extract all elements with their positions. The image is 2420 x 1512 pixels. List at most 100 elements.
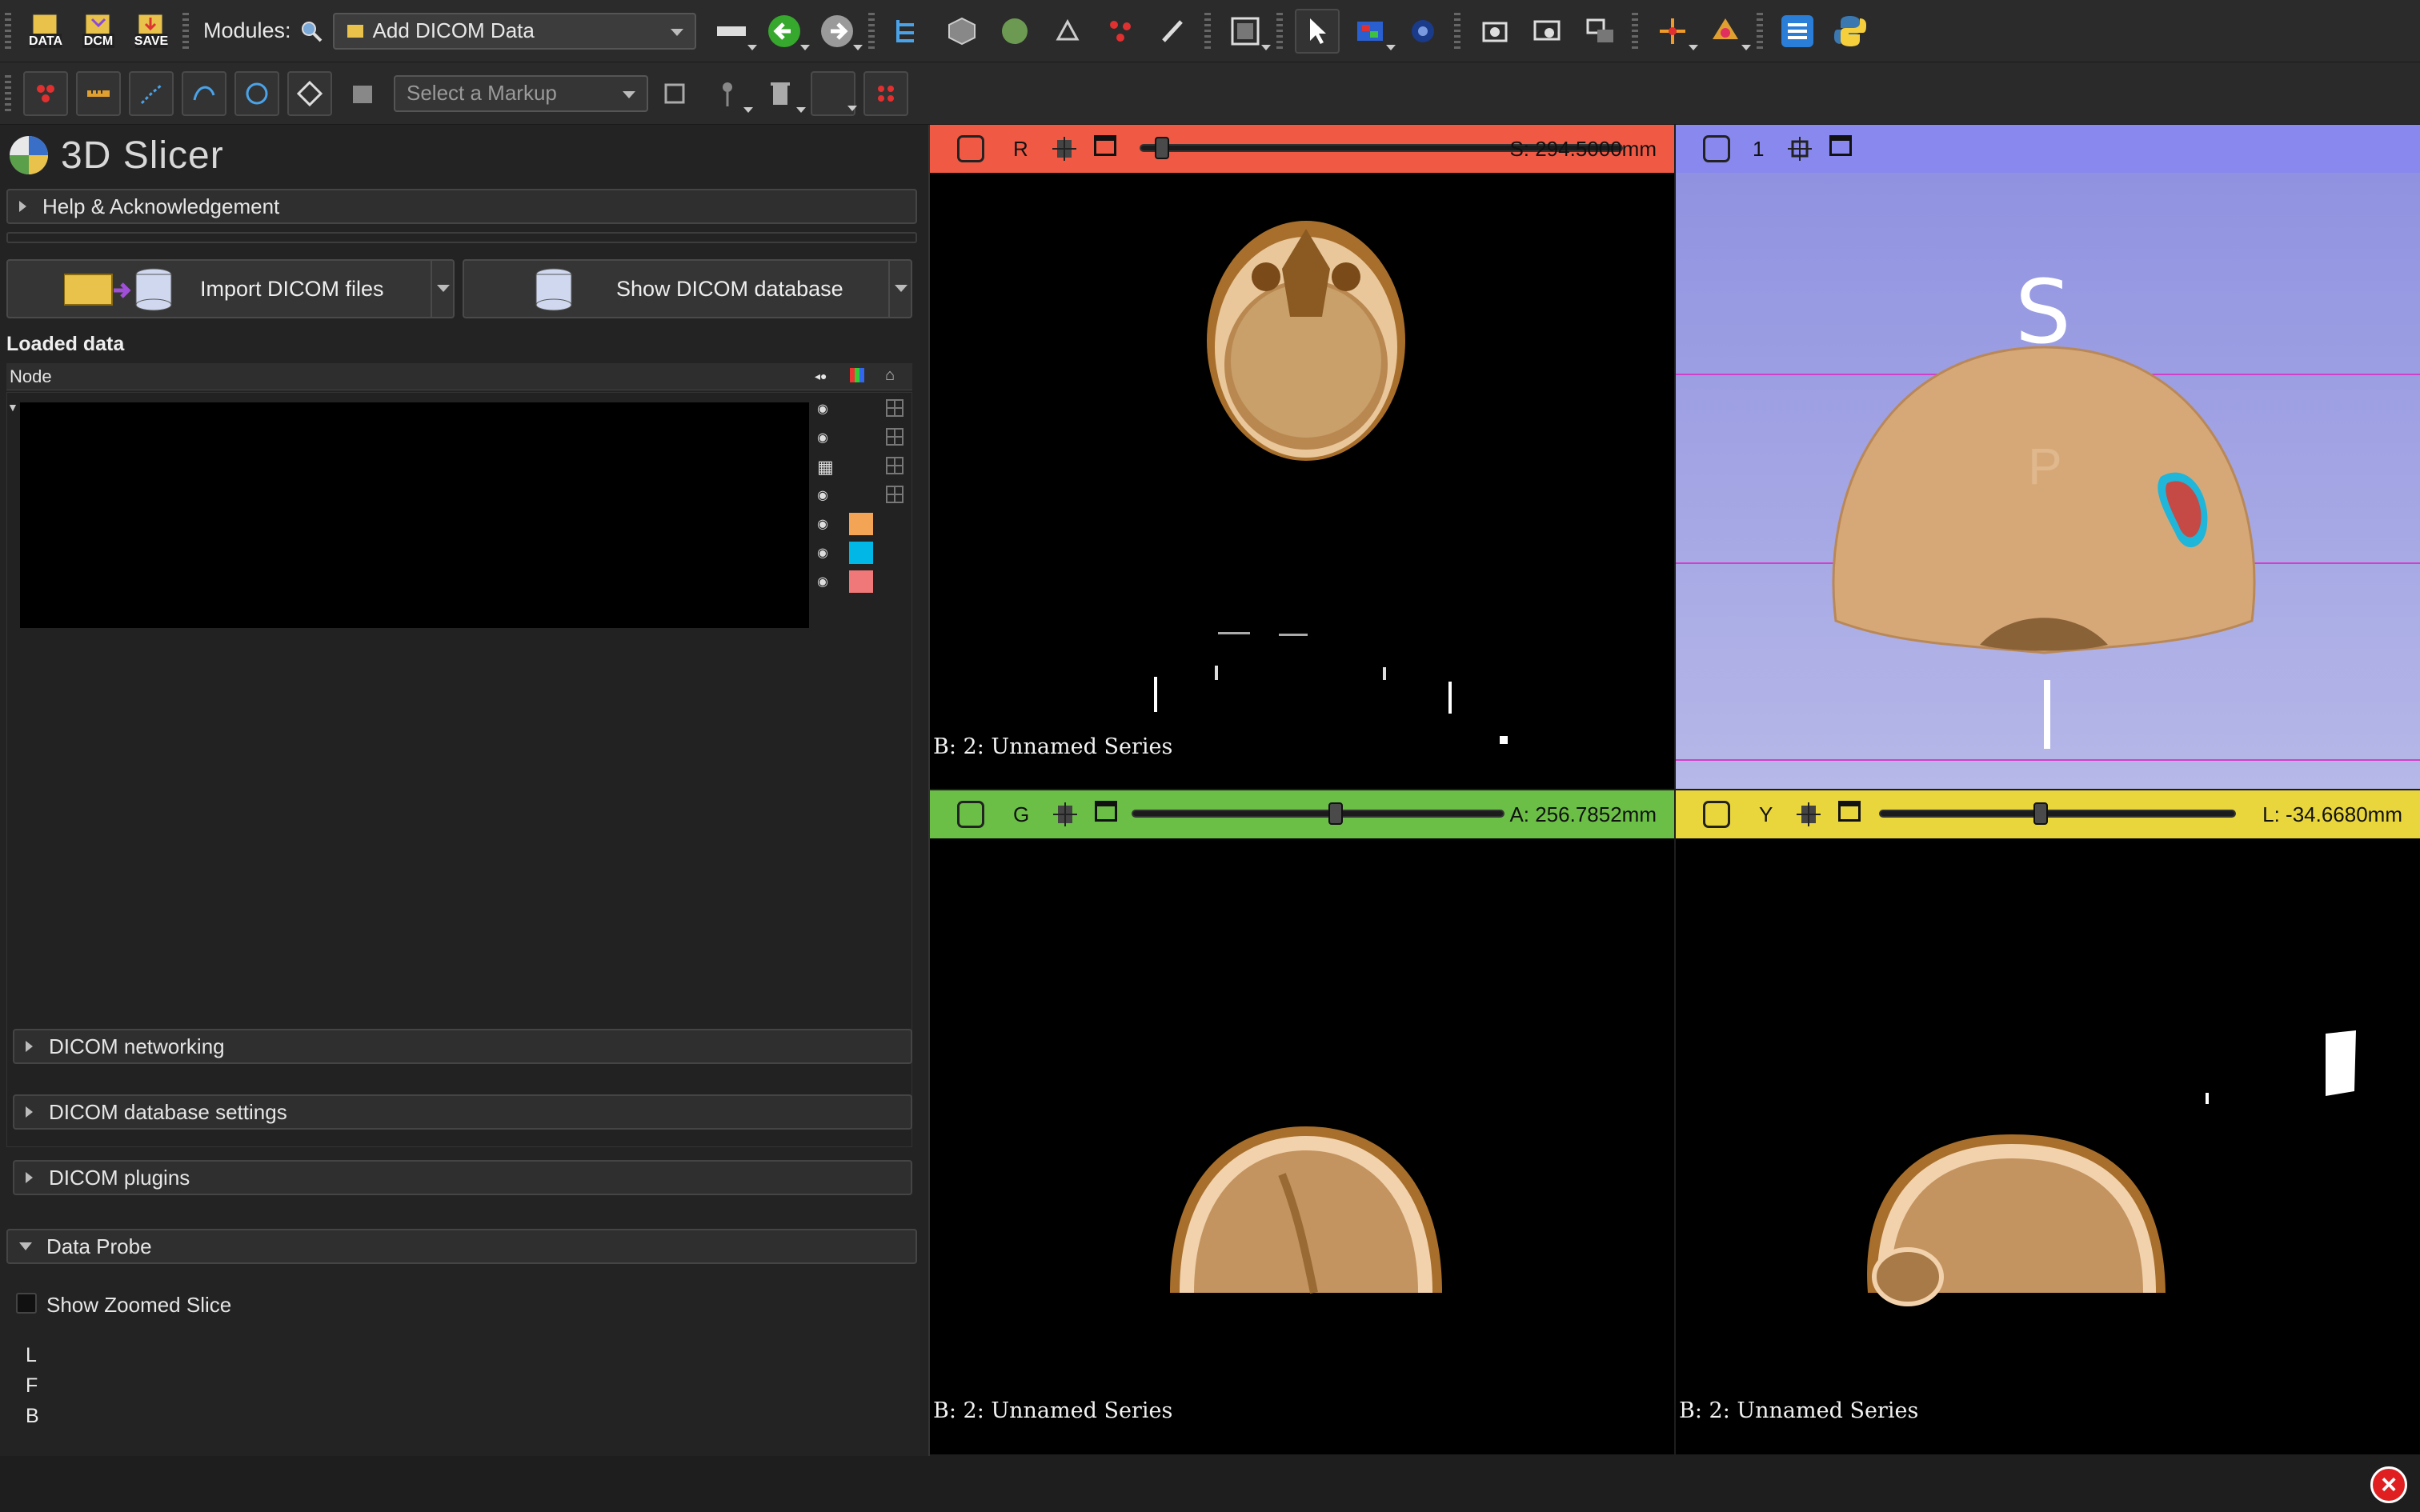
mouse-mode-view-button[interactable] xyxy=(1294,8,1340,54)
maximize-view-icon[interactable] xyxy=(1838,801,1865,828)
closed-curve-button[interactable] xyxy=(234,70,279,116)
load-data-button[interactable]: DATA xyxy=(23,9,68,54)
transform-grid-icon[interactable] xyxy=(886,457,903,474)
toolbar-grip[interactable] xyxy=(5,74,11,112)
transform-grid-icon[interactable] xyxy=(886,428,903,446)
red-slice-view[interactable]: R S: 294.5000mm B: 2: Unnamed Series xyxy=(930,125,1674,789)
persistent-mode-button[interactable] xyxy=(705,71,753,116)
sagittal-ct-image xyxy=(1867,1030,2356,1306)
volume-render-icon[interactable]: ▦ xyxy=(817,457,834,478)
link-icon[interactable] xyxy=(1051,135,1078,162)
screenshot-button[interactable] xyxy=(1472,9,1517,54)
next-module-button[interactable] xyxy=(815,9,863,54)
toolbar-grip[interactable] xyxy=(5,12,11,50)
dicom-networking-header[interactable]: DICOM networking xyxy=(13,1029,912,1064)
green-slice-slider[interactable] xyxy=(1132,802,1504,825)
expand-arrow-icon[interactable]: ▼ xyxy=(7,401,18,414)
data-module-button[interactable] xyxy=(887,9,932,54)
transform-column-icon[interactable]: ⌂ xyxy=(885,366,895,385)
toolbar-grip[interactable] xyxy=(867,12,875,50)
link-icon[interactable] xyxy=(1795,801,1822,828)
dicom-plugins-header[interactable]: DICOM plugins xyxy=(13,1160,912,1195)
import-options-dropdown[interactable] xyxy=(431,261,453,317)
toolbar-grip[interactable] xyxy=(1453,12,1460,50)
yellow-slice-slider[interactable] xyxy=(1879,802,2236,825)
place-fiducial-button[interactable] xyxy=(1650,9,1698,54)
transform-grid-icon[interactable] xyxy=(886,399,903,417)
curve-button[interactable] xyxy=(182,70,226,116)
pin-icon[interactable] xyxy=(957,801,984,828)
toolbar-grip[interactable] xyxy=(182,12,189,50)
roi-button[interactable] xyxy=(340,71,385,116)
module-history-button[interactable] xyxy=(709,9,757,54)
plane-button[interactable] xyxy=(287,70,332,116)
slider-handle[interactable] xyxy=(2033,802,2048,825)
point-list-button[interactable] xyxy=(23,70,68,116)
place-mode-button[interactable] xyxy=(652,71,697,116)
maximize-view-icon[interactable] xyxy=(1829,135,1857,162)
database-options-dropdown[interactable] xyxy=(888,261,911,317)
python-console-button[interactable] xyxy=(1828,9,1873,54)
slider-handle[interactable] xyxy=(1328,802,1344,825)
module-selector[interactable]: Add DICOM Data xyxy=(332,12,696,50)
center-view-icon[interactable] xyxy=(1786,135,1813,162)
delete-button[interactable] xyxy=(758,71,806,116)
show-zoomed-slice-checkbox[interactable] xyxy=(16,1293,37,1314)
eye-icon[interactable]: ◉ xyxy=(817,516,828,532)
eye-icon[interactable]: ◉ xyxy=(817,545,828,561)
pin-icon[interactable] xyxy=(957,135,984,162)
markup-selector[interactable]: Select a Markup xyxy=(394,74,648,112)
eye-icon[interactable]: ◉ xyxy=(817,430,828,446)
place-markup-button[interactable] xyxy=(1703,9,1751,54)
toolbar-grip[interactable] xyxy=(1204,12,1211,50)
segment-color-swatch[interactable] xyxy=(849,570,873,593)
visibility-button[interactable] xyxy=(811,70,857,116)
volumes-module-button[interactable] xyxy=(940,9,984,54)
toolbar-grip[interactable] xyxy=(1631,12,1638,50)
eye-icon[interactable]: ◉ xyxy=(817,401,828,417)
green-slice-view[interactable]: G A: 256.7852mm B: 2: Unnamed Series xyxy=(930,790,1674,1454)
help-section-header[interactable]: Help & Acknowledgement xyxy=(6,189,917,224)
segment-editor-button[interactable] xyxy=(1151,9,1196,54)
tree-items-area[interactable] xyxy=(20,402,809,628)
transforms-module-button[interactable] xyxy=(1045,9,1090,54)
segment-color-swatch[interactable] xyxy=(849,513,873,535)
segment-color-swatch[interactable] xyxy=(849,542,873,564)
layout-button[interactable] xyxy=(1223,9,1271,54)
save-button[interactable]: SAVE xyxy=(129,9,174,54)
import-dicom-button[interactable]: Import DICOM files xyxy=(6,259,455,318)
node-column-header[interactable]: Node xyxy=(10,366,52,387)
link-icon[interactable] xyxy=(1052,801,1079,828)
angle-button[interactable] xyxy=(129,70,174,116)
yellow-slice-view[interactable]: Y L: -34.6680mm B: 2: Unnamed Series xyxy=(1676,790,2420,1454)
3d-view[interactable]: 1 S P xyxy=(1676,125,2420,789)
maximize-view-icon[interactable] xyxy=(1093,135,1121,162)
show-dicom-database-button[interactable]: Show DICOM database xyxy=(463,259,912,318)
markups-module-button[interactable] xyxy=(1098,9,1143,54)
crosshair-button[interactable] xyxy=(1348,9,1396,54)
window-level-button[interactable] xyxy=(1400,9,1445,54)
line-button[interactable] xyxy=(76,70,121,116)
pin-icon[interactable] xyxy=(1703,801,1730,828)
color-column-icon[interactable] xyxy=(850,368,864,382)
previous-module-button[interactable] xyxy=(762,9,810,54)
toolbar-grip[interactable] xyxy=(1756,12,1763,50)
error-log-icon[interactable]: × xyxy=(2370,1466,2407,1503)
models-module-button[interactable] xyxy=(992,9,1037,54)
eye-icon[interactable]: ◉ xyxy=(817,574,828,590)
scene-view-button[interactable] xyxy=(1525,9,1570,54)
maximize-view-icon[interactable] xyxy=(1095,801,1122,828)
pin-icon[interactable] xyxy=(1703,135,1730,162)
data-probe-header[interactable]: Data Probe xyxy=(6,1229,917,1264)
slider-handle[interactable] xyxy=(1155,137,1170,159)
view-control-button[interactable] xyxy=(1578,9,1623,54)
load-dicom-button[interactable]: DCM xyxy=(76,9,121,54)
fiducial-settings-button[interactable] xyxy=(863,70,908,116)
transform-grid-icon[interactable] xyxy=(886,486,903,503)
visibility-column-icon[interactable]: ◂● xyxy=(815,370,827,383)
dicom-database-settings-header[interactable]: DICOM database settings xyxy=(13,1094,912,1130)
extensions-button[interactable] xyxy=(1775,9,1820,54)
toolbar-grip[interactable] xyxy=(1276,12,1283,50)
eye-icon[interactable]: ◉ xyxy=(817,487,828,503)
search-icon[interactable] xyxy=(299,19,323,43)
